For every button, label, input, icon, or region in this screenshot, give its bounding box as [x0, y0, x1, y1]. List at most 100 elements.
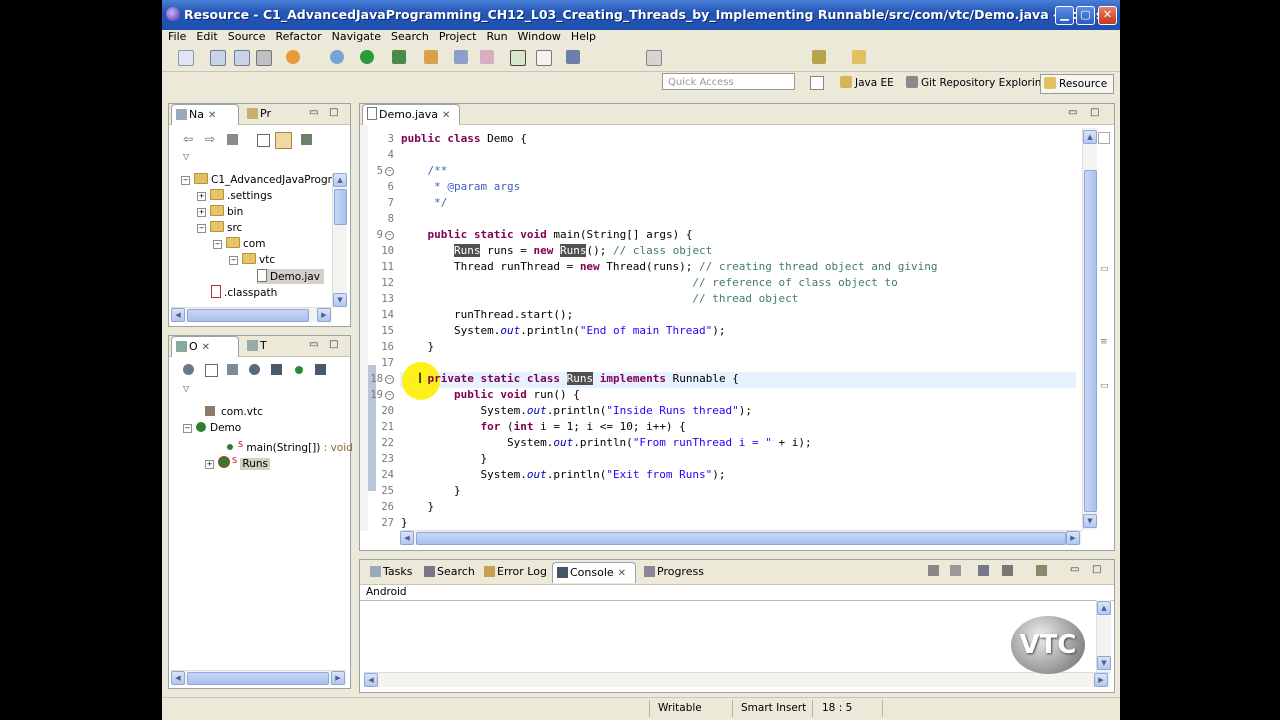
tab-task-list[interactable]: T: [243, 336, 267, 356]
perspective-resource[interactable]: Resource: [1040, 74, 1115, 94]
new-console-icon[interactable]: [1002, 565, 1013, 576]
print-icon[interactable]: [256, 50, 272, 66]
collapse-all-icon[interactable]: [205, 364, 218, 377]
new-icon[interactable]: [178, 50, 194, 66]
hide-fields-icon[interactable]: [227, 364, 238, 375]
code-line[interactable]: runThread.start();: [401, 307, 937, 323]
code-line[interactable]: [401, 355, 937, 371]
scroll-thumb[interactable]: [1084, 170, 1097, 512]
view-menu-icon[interactable]: [315, 364, 326, 375]
toggle-mark-icon[interactable]: [480, 50, 494, 64]
expand-toggle-icon[interactable]: +: [205, 460, 214, 469]
code-line[interactable]: // reference of class object to: [401, 275, 937, 291]
open-task-icon[interactable]: [454, 50, 468, 64]
editor-hscroll[interactable]: ◀ ▶: [400, 530, 1082, 545]
maximize-icon[interactable]: □: [1090, 107, 1099, 118]
scroll-right-icon[interactable]: ▶: [1094, 673, 1108, 687]
collapse-all-icon[interactable]: [257, 134, 270, 147]
close-icon[interactable]: ✕: [208, 110, 216, 121]
scroll-up-icon[interactable]: ▲: [1097, 601, 1111, 615]
scroll-down-icon[interactable]: ▼: [333, 293, 347, 307]
tab-progress[interactable]: Progress: [640, 562, 704, 582]
minimize-icon[interactable]: ▭: [309, 107, 318, 118]
scroll-thumb[interactable]: [187, 672, 329, 685]
go-into-icon[interactable]: [227, 134, 238, 145]
external-tools-icon[interactable]: [392, 50, 406, 64]
minimize-icon[interactable]: ▭: [1070, 564, 1079, 575]
hide-nonpublic-icon[interactable]: [271, 364, 282, 375]
menu-help[interactable]: Help: [565, 30, 600, 44]
collapse-toggle-icon[interactable]: −: [183, 424, 192, 433]
code-line[interactable]: */: [401, 195, 937, 211]
scroll-down-icon[interactable]: ▼: [1083, 514, 1097, 528]
fold-toggle-icon[interactable]: −: [385, 231, 394, 240]
collapse-toggle-icon[interactable]: −: [229, 256, 238, 265]
code-line[interactable]: }: [401, 339, 937, 355]
code-line[interactable]: for (int i = 1; i <= 10; i++) {: [401, 419, 937, 435]
scroll-left-icon[interactable]: ◀: [171, 671, 185, 685]
outline-item-runs-class[interactable]: + S Runs: [205, 453, 271, 470]
code-line[interactable]: System.out.println("End of main Thread")…: [401, 323, 937, 339]
fold-toggle-icon[interactable]: −: [385, 167, 394, 176]
code-line[interactable]: // thread object: [401, 291, 937, 307]
collapse-toggle-icon[interactable]: −: [181, 176, 190, 185]
menu-run[interactable]: Run: [480, 30, 511, 44]
scroll-down-icon[interactable]: ▼: [1097, 656, 1111, 670]
tab-navigator[interactable]: Na ✕: [171, 104, 239, 125]
code-line[interactable]: System.out.println("Inside Runs thread")…: [401, 403, 937, 419]
back-arrow-icon[interactable]: ⇦: [183, 132, 193, 146]
tab-project-explorer[interactable]: Pr: [243, 104, 271, 124]
tree-item-bin[interactable]: + bin: [197, 205, 243, 220]
save-all-icon[interactable]: [234, 50, 250, 66]
navigator-hscroll[interactable]: ◀ ▶: [171, 307, 332, 322]
close-icon[interactable]: ✕: [618, 568, 626, 579]
code-line[interactable]: Thread runThread = new Thread(runs); // …: [401, 259, 937, 275]
maximize-icon[interactable]: □: [329, 339, 338, 350]
display-console-icon[interactable]: [978, 565, 989, 576]
scroll-left-icon[interactable]: ◀: [364, 673, 378, 687]
view-menu-icon[interactable]: [301, 134, 312, 145]
code-line[interactable]: public void run() {: [401, 387, 937, 403]
menu-project[interactable]: Project: [433, 30, 481, 44]
navigator-vscroll[interactable]: ▲ ▼: [332, 173, 347, 307]
code-line[interactable]: [401, 147, 937, 163]
quick-access-input[interactable]: Quick Access: [662, 73, 795, 90]
tab-console[interactable]: Console ✕: [552, 562, 636, 583]
close-icon[interactable]: ✕: [442, 110, 450, 121]
forward-arrow-icon[interactable]: ⇨: [205, 132, 215, 146]
menu-source[interactable]: Source: [222, 30, 270, 44]
code-line[interactable]: public static void main(String[] args) {: [401, 227, 937, 243]
chevron-down-icon[interactable]: ▽: [183, 152, 189, 161]
scroll-thumb[interactable]: [334, 189, 347, 225]
console-vscroll[interactable]: ▲ ▼: [1096, 600, 1111, 672]
fold-toggle-icon[interactable]: −: [385, 391, 394, 400]
expand-toggle-icon[interactable]: +: [197, 192, 206, 201]
perspective-java-ee[interactable]: Java EE: [840, 74, 894, 92]
open-type-icon[interactable]: [424, 50, 438, 64]
scroll-lock-icon[interactable]: [950, 565, 961, 576]
menu-edit[interactable]: Edit: [190, 30, 221, 44]
menu-window[interactable]: Window: [512, 30, 565, 44]
code-line[interactable]: }: [401, 451, 937, 467]
code-line[interactable]: /**: [401, 163, 937, 179]
collapse-toggle-icon[interactable]: −: [213, 240, 222, 249]
scroll-left-icon[interactable]: ◀: [400, 531, 414, 545]
menu-refactor[interactable]: Refactor: [270, 30, 326, 44]
hide-static-icon[interactable]: [249, 364, 260, 375]
minimize-icon[interactable]: ▭: [1068, 107, 1077, 118]
tree-item-classpath[interactable]: .classpath: [211, 285, 277, 300]
open-perspective-icon[interactable]: [810, 76, 824, 90]
close-icon[interactable]: ✕: [202, 342, 210, 353]
next-annotation-icon[interactable]: [646, 50, 662, 66]
code-line[interactable]: Runs runs = new Runs(); // class object: [401, 243, 937, 259]
code-line[interactable]: }: [401, 499, 937, 515]
tab-demo-java[interactable]: Demo.java ✕: [362, 104, 460, 125]
word-wrap-icon[interactable]: [536, 50, 552, 66]
scroll-right-icon[interactable]: ▶: [1066, 531, 1080, 545]
close-button[interactable]: ✕: [1098, 6, 1117, 25]
tree-item-src[interactable]: − src: [197, 221, 242, 236]
tab-tasks[interactable]: Tasks: [366, 562, 412, 582]
debug-icon[interactable]: [330, 50, 344, 64]
tab-error-log[interactable]: Error Log: [480, 562, 547, 582]
code-line[interactable]: * @param args: [401, 179, 937, 195]
